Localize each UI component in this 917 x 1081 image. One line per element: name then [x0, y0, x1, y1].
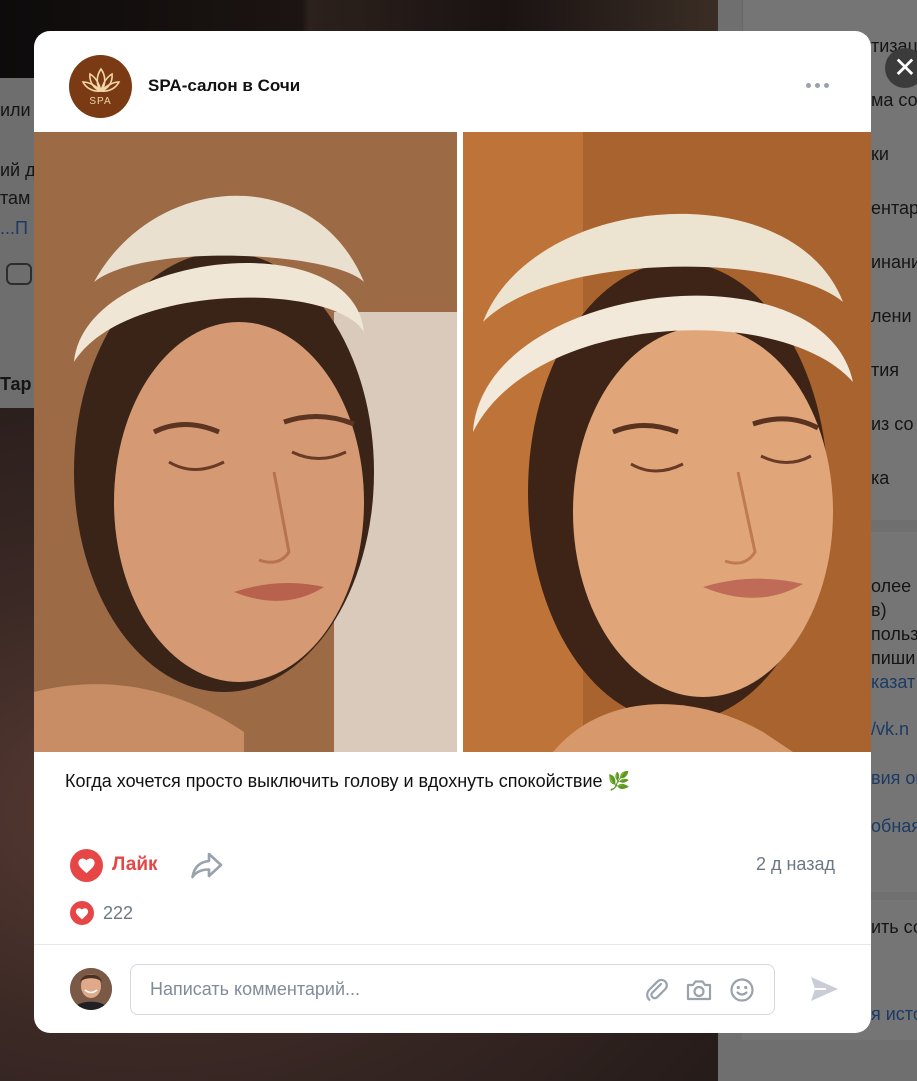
like-button[interactable]: Лайк: [70, 847, 158, 883]
likes-summary[interactable]: 222: [70, 900, 133, 926]
post-header: SPA SPA-салон в Сочи: [34, 31, 871, 132]
send-button[interactable]: [808, 974, 840, 1004]
leaf-emoji: 🌿: [607, 771, 630, 792]
comment-placeholder: Написать комментарий...: [150, 979, 361, 999]
more-icon: [805, 82, 811, 88]
send-icon: [811, 977, 838, 1001]
comment-input[interactable]: Написать комментарий...: [130, 964, 775, 1015]
post-photos: [34, 132, 871, 752]
post-caption: Когда хочется просто выключить голову и …: [65, 771, 630, 792]
like-label: Лайк: [112, 854, 158, 875]
face-illustration: [463, 132, 871, 752]
background-text: ий д: [0, 160, 36, 180]
close-button[interactable]: ✕: [885, 48, 917, 88]
lotus-icon: [81, 67, 120, 92]
background-comment-icon: [6, 263, 32, 285]
photo-after[interactable]: [463, 132, 871, 752]
share-icon: [191, 852, 223, 879]
share-button[interactable]: [190, 850, 224, 880]
more-button[interactable]: [802, 75, 832, 95]
post-actions: Лайк 2 д назад: [34, 841, 871, 891]
background-text: Тар: [0, 374, 32, 394]
face-illustration: [34, 132, 457, 752]
group-avatar[interactable]: SPA: [69, 55, 132, 118]
camera-icon[interactable]: [685, 977, 712, 1003]
background-text: или: [0, 100, 31, 120]
background-text: там: [0, 188, 31, 208]
user-avatar[interactable]: [70, 968, 112, 1010]
background-text: ...П: [0, 218, 28, 238]
likes-count: 222: [103, 902, 134, 923]
group-name[interactable]: SPA-салон в Сочи: [148, 76, 300, 96]
photo-before[interactable]: [34, 132, 457, 752]
post-modal: SPA SPA-салон в Сочи Когда хочется прост…: [34, 31, 871, 1033]
heart-icon: [70, 901, 94, 925]
logo-text: SPA: [89, 95, 112, 107]
caption-text: Когда хочется просто выключить голову и …: [65, 771, 603, 791]
paperclip-icon[interactable]: [644, 977, 670, 1003]
smile-icon[interactable]: [729, 977, 755, 1003]
comment-composer: Написать комментарий...: [34, 945, 871, 1033]
close-icon: ✕: [893, 51, 917, 84]
post-time[interactable]: 2 д назад: [756, 854, 835, 875]
heart-icon: [70, 848, 103, 882]
